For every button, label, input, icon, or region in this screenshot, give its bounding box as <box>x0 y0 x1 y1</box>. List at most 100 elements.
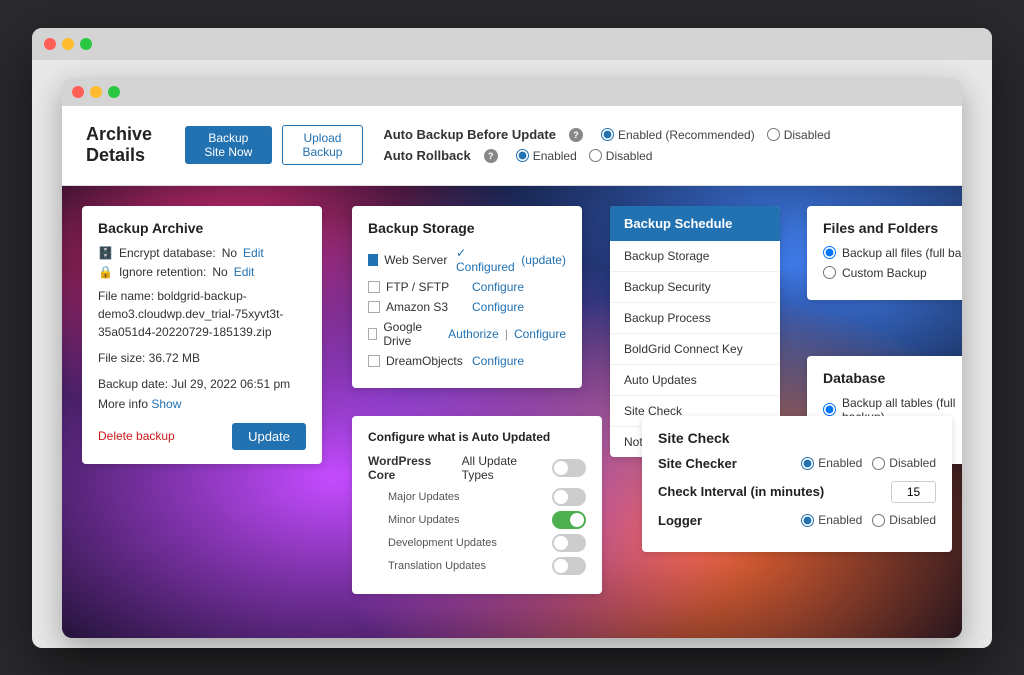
auto-rollback-enabled-option[interactable]: Enabled <box>516 149 577 163</box>
auto-backup-disabled-radio[interactable] <box>767 128 780 141</box>
auto-rollback-help-icon[interactable]: ? <box>484 149 498 163</box>
file-size-info: File size: 36.72 MB <box>98 349 306 367</box>
auto-backup-help-icon[interactable]: ? <box>569 128 583 142</box>
wordpress-core-value: All Update Types <box>462 454 552 482</box>
auto-rollback-enabled-label: Enabled <box>533 149 577 163</box>
logger-disabled-label: Disabled <box>889 513 936 527</box>
files-folders-title: Files and Folders <box>823 220 962 236</box>
site-checker-disabled-label: Disabled <box>889 456 936 470</box>
logger-enabled-option[interactable]: Enabled <box>801 513 862 527</box>
site-check-title: Site Check <box>658 430 936 446</box>
schedule-item-connect-key[interactable]: BoldGrid Connect Key <box>610 334 780 365</box>
db-full-backup-radio[interactable] <box>823 403 836 416</box>
lock-icon: 🔒 <box>98 265 113 279</box>
minor-updates-toggle[interactable] <box>552 511 586 529</box>
wordpress-core-toggle[interactable] <box>552 459 586 477</box>
backup-date-info: Backup date: Jul 29, 2022 06:51 pm <box>98 375 306 393</box>
site-checker-disabled-option[interactable]: Disabled <box>872 456 936 470</box>
update-button[interactable]: Update <box>232 423 306 450</box>
s3-checkbox[interactable] <box>368 301 380 313</box>
auto-backup-section: Auto Backup Before Update ? Enabled (Rec… <box>383 127 938 163</box>
site-checker-disabled-radio[interactable] <box>872 457 885 470</box>
storage-item-ftp: FTP / SFTP Configure <box>368 280 566 294</box>
major-updates-label: Major Updates <box>388 491 460 503</box>
check-interval-input[interactable]: 15 <box>891 481 936 503</box>
major-updates-toggle-track <box>552 488 586 506</box>
translation-updates-toggle-track <box>552 557 586 575</box>
development-updates-toggle-track <box>552 534 586 552</box>
schedule-item-auto-updates[interactable]: Auto Updates <box>610 365 780 396</box>
inner-close-button[interactable] <box>72 86 84 98</box>
backup-storage-title: Backup Storage <box>368 220 566 236</box>
logger-disabled-radio[interactable] <box>872 514 885 527</box>
logger-enabled-label: Enabled <box>818 513 862 527</box>
logger-enabled-radio[interactable] <box>801 514 814 527</box>
encrypt-edit-link[interactable]: Edit <box>243 246 264 260</box>
maximize-button[interactable] <box>80 38 92 50</box>
show-link[interactable]: Show <box>151 397 181 411</box>
backup-archive-card: Backup Archive 🗄️ Encrypt database: No E… <box>82 206 322 464</box>
files-custom-backup-option: Custom Backup <box>823 266 962 280</box>
webserver-status: ✓ Configured <box>456 246 515 274</box>
site-checker-enabled-radio[interactable] <box>801 457 814 470</box>
minimize-button[interactable] <box>62 38 74 50</box>
files-full-backup-radio[interactable] <box>823 246 836 259</box>
schedule-item-storage[interactable]: Backup Storage <box>610 241 780 272</box>
auto-rollback-disabled-label: Disabled <box>606 149 653 163</box>
development-updates-toggle[interactable] <box>552 534 586 552</box>
archive-details-title: Archive Details <box>86 124 175 166</box>
major-updates-toggle[interactable] <box>552 488 586 506</box>
minor-updates-label: Minor Updates <box>388 514 460 526</box>
action-row: Delete backup Update <box>98 423 306 450</box>
translation-updates-toggle-thumb <box>554 559 568 573</box>
schedule-item-security[interactable]: Backup Security <box>610 272 780 303</box>
main-content: Archive Details Backup Site Now Upload B… <box>62 106 962 638</box>
check-interval-row: Check Interval (in minutes) 15 <box>658 481 936 503</box>
auto-rollback-disabled-radio[interactable] <box>589 149 602 162</box>
ignore-retention-edit-link[interactable]: Edit <box>234 265 255 279</box>
ftp-configure-link[interactable]: Configure <box>472 280 524 294</box>
schedule-item-process[interactable]: Backup Process <box>610 303 780 334</box>
ftp-name: FTP / SFTP <box>386 280 466 294</box>
gdrive-configure-link[interactable]: Configure <box>514 327 566 341</box>
development-updates-label: Development Updates <box>388 537 497 549</box>
auto-rollback-disabled-option[interactable]: Disabled <box>589 149 653 163</box>
backup-site-now-button[interactable]: Backup Site Now <box>185 126 272 164</box>
ignore-retention-value: No <box>212 265 227 279</box>
logger-disabled-option[interactable]: Disabled <box>872 513 936 527</box>
webserver-update-link[interactable]: (update) <box>521 253 566 267</box>
close-button[interactable] <box>44 38 56 50</box>
files-folders-card: Files and Folders Backup all files (full… <box>807 206 962 300</box>
auto-backup-enabled-option[interactable]: Enabled (Recommended) <box>601 128 755 142</box>
major-updates-row: Major Updates <box>368 488 586 506</box>
site-checker-label: Site Checker <box>658 456 737 471</box>
translation-updates-toggle[interactable] <box>552 557 586 575</box>
s3-configure-link[interactable]: Configure <box>472 300 524 314</box>
inner-maximize-button[interactable] <box>108 86 120 98</box>
auto-rollback-enabled-radio[interactable] <box>516 149 529 162</box>
webserver-checkbox[interactable] <box>368 254 378 266</box>
dreamobjects-configure-link[interactable]: Configure <box>472 354 524 368</box>
gdrive-checkbox[interactable] <box>368 328 377 340</box>
site-checker-enabled-option[interactable]: Enabled <box>801 456 862 470</box>
storage-item-s3: Amazon S3 Configure <box>368 300 566 314</box>
inner-minimize-button[interactable] <box>90 86 102 98</box>
site-check-card: Site Check Site Checker Enabled Disabled <box>642 416 952 552</box>
auto-backup-enabled-radio[interactable] <box>601 128 614 141</box>
auto-backup-disabled-option[interactable]: Disabled <box>767 128 831 142</box>
auto-updates-card: Configure what is Auto Updated WordPress… <box>352 416 602 594</box>
logger-row: Logger Enabled Disabled <box>658 513 936 528</box>
auto-backup-row: Auto Backup Before Update ? Enabled (Rec… <box>383 127 938 142</box>
file-size-label: File size: 36.72 MB <box>98 351 200 365</box>
more-info-label: More info <box>98 397 148 411</box>
dreamobjects-name: DreamObjects <box>386 354 466 368</box>
gdrive-authorize-link[interactable]: Authorize <box>448 327 499 341</box>
upload-backup-button[interactable]: Upload Backup <box>282 125 364 165</box>
delete-backup-link[interactable]: Delete backup <box>98 429 175 443</box>
ftp-checkbox[interactable] <box>368 281 380 293</box>
wordpress-core-toggle-track <box>552 459 586 477</box>
top-bar: Archive Details Backup Site Now Upload B… <box>62 106 962 186</box>
files-custom-backup-radio[interactable] <box>823 266 836 279</box>
ignore-retention-label: Ignore retention: <box>119 265 206 279</box>
dreamobjects-checkbox[interactable] <box>368 355 380 367</box>
